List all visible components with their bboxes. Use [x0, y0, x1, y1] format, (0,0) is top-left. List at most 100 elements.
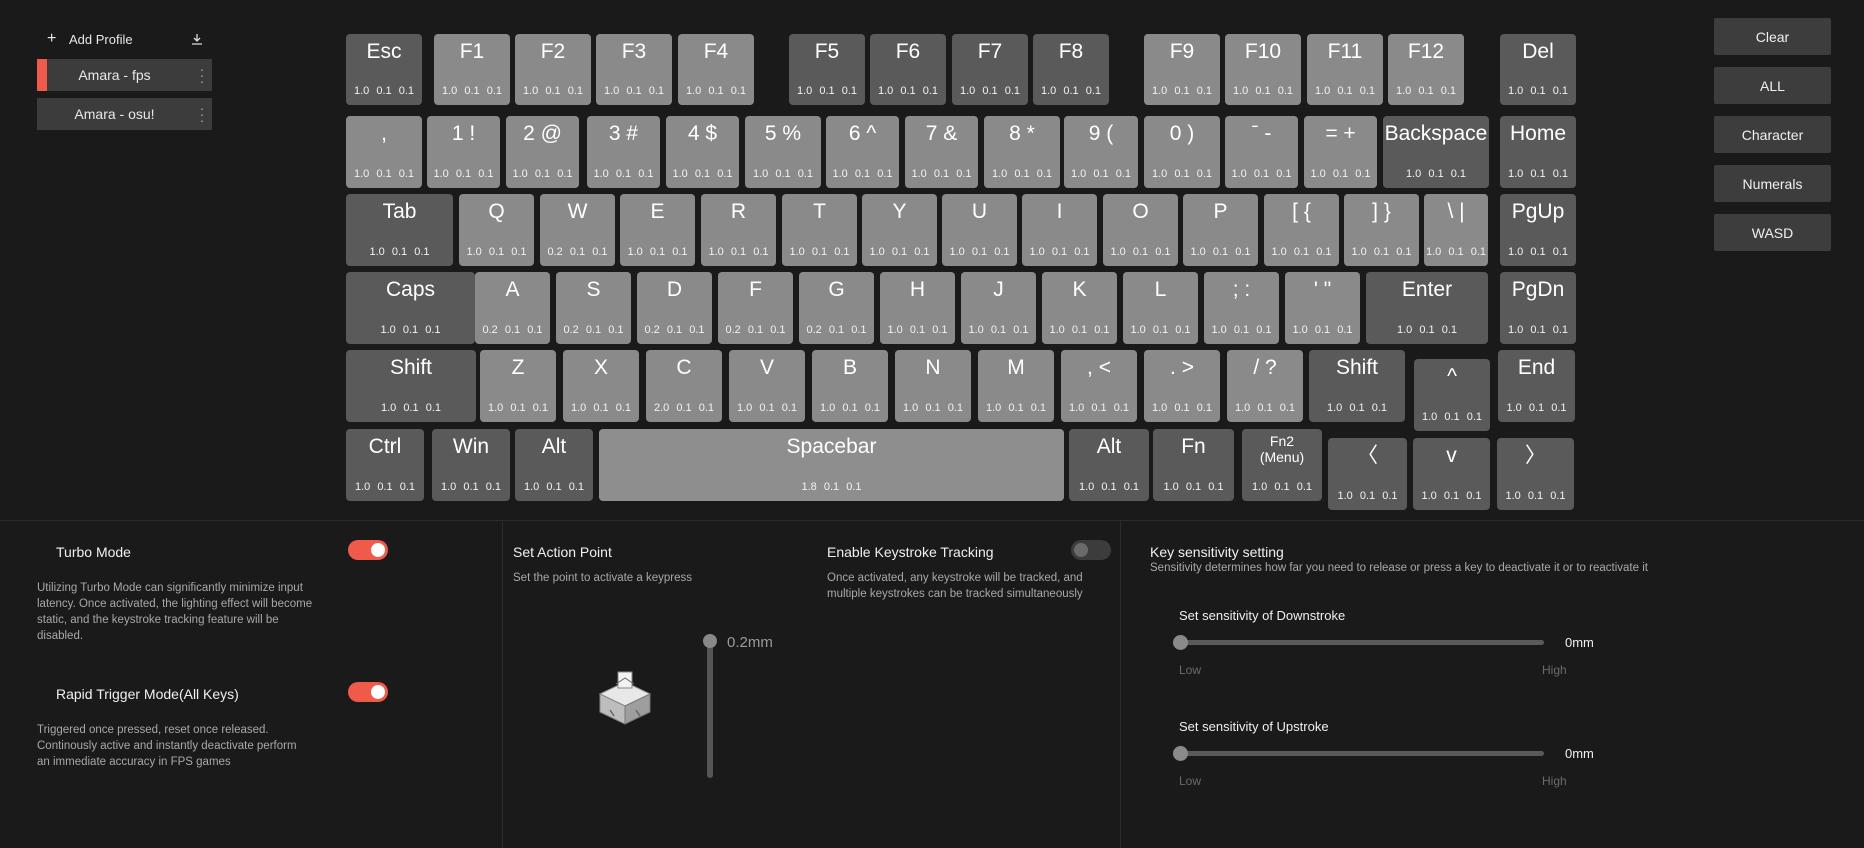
key-74[interactable]: Alt 1.0 0.1 0.1: [515, 429, 593, 501]
turbo-mode-toggle[interactable]: [348, 540, 388, 560]
key-72[interactable]: Ctrl 1.0 0.1 0.1: [346, 429, 424, 501]
key-11[interactable]: F11 1.0 0.1 0.1: [1307, 34, 1383, 105]
key-16[interactable]: 2 @ 1.0 0.1 0.1: [506, 116, 579, 188]
key-81[interactable]: 〉 1.0 0.1 0.1: [1497, 438, 1574, 510]
key-44[interactable]: Caps 1.0 0.1 0.1: [346, 272, 475, 344]
key-61[interactable]: C 2.0 0.1 0.1: [646, 350, 722, 422]
key-0[interactable]: Esc 1.0 0.1 0.1: [346, 34, 422, 105]
key-3[interactable]: F3 1.0 0.1 0.1: [596, 34, 672, 105]
key-64[interactable]: N 1.0 0.1 0.1: [895, 350, 971, 422]
clear-button[interactable]: Clear: [1714, 18, 1831, 55]
key-80[interactable]: v 1.0 0.1 0.1: [1413, 438, 1490, 510]
key-18[interactable]: 4 $ 1.0 0.1 0.1: [666, 116, 739, 188]
key-49[interactable]: G 0.2 0.1 0.1: [799, 272, 874, 344]
key-43[interactable]: PgUp 1.0 0.1 0.1: [1500, 194, 1576, 266]
key-77[interactable]: Fn 1.0 0.1 0.1: [1153, 429, 1234, 501]
key-9[interactable]: F9 1.0 0.1 0.1: [1144, 34, 1220, 105]
key-28[interactable]: Home 1.0 0.1 0.1: [1500, 116, 1576, 188]
downstroke-slider[interactable]: [1173, 635, 1544, 650]
upstroke-slider[interactable]: [1173, 746, 1544, 761]
key-76[interactable]: Alt 1.0 0.1 0.1: [1069, 429, 1149, 501]
key-4[interactable]: F4 1.0 0.1 0.1: [678, 34, 754, 105]
slider-thumb[interactable]: [1173, 635, 1188, 650]
slider-thumb[interactable]: [703, 634, 717, 648]
key-54[interactable]: ; : 1.0 0.1 0.1: [1204, 272, 1279, 344]
key-34[interactable]: T 1.0 0.1 0.1: [782, 194, 857, 266]
key-73[interactable]: Win 1.0 0.1 0.1: [432, 429, 510, 501]
key-71[interactable]: End 1.0 0.1 0.1: [1498, 350, 1575, 422]
key-47[interactable]: D 0.2 0.1 0.1: [637, 272, 712, 344]
key-12[interactable]: F12 1.0 0.1 0.1: [1388, 34, 1464, 105]
key-48[interactable]: F 0.2 0.1 0.1: [718, 272, 793, 344]
key-5[interactable]: F5 1.0 0.1 0.1: [789, 34, 865, 105]
key-67[interactable]: . > 1.0 0.1 0.1: [1144, 350, 1220, 422]
key-30[interactable]: Q 1.0 0.1 0.1: [459, 194, 534, 266]
key-70[interactable]: ^ 1.0 0.1 0.1: [1414, 359, 1490, 431]
select-all-button[interactable]: ALL: [1714, 67, 1831, 104]
key-66[interactable]: , < 1.0 0.1 0.1: [1061, 350, 1137, 422]
key-46[interactable]: S 0.2 0.1 0.1: [556, 272, 631, 344]
key-31[interactable]: W 0.2 0.1 0.1: [540, 194, 615, 266]
key-24[interactable]: 0 ) 1.0 0.1 0.1: [1144, 116, 1220, 188]
key-33[interactable]: R 1.0 0.1 0.1: [701, 194, 776, 266]
key-22[interactable]: 8 * 1.0 0.1 0.1: [984, 116, 1060, 188]
key-1[interactable]: F1 1.0 0.1 0.1: [434, 34, 510, 105]
key-values: 1.0 0.1 0.1: [1231, 168, 1292, 180]
key-14[interactable]: , 1.0 0.1 0.1: [346, 116, 422, 188]
key-6[interactable]: F6 1.0 0.1 0.1: [870, 34, 946, 105]
key-17[interactable]: 3 # 1.0 0.1 0.1: [587, 116, 660, 188]
rapid-trigger-toggle[interactable]: [348, 682, 388, 702]
key-19[interactable]: 5 % 1.0 0.1 0.1: [745, 116, 821, 188]
key-51[interactable]: J 1.0 0.1 0.1: [961, 272, 1036, 344]
key-42[interactable]: \ | 1.0 0.1 0.1: [1424, 194, 1488, 266]
key-8[interactable]: F8 1.0 0.1 0.1: [1033, 34, 1109, 105]
key-53[interactable]: L 1.0 0.1 0.1: [1123, 272, 1198, 344]
select-character-button[interactable]: Character: [1714, 116, 1831, 153]
key-20[interactable]: 6 ^ 1.0 0.1 0.1: [826, 116, 899, 188]
key-37[interactable]: I 1.0 0.1 0.1: [1022, 194, 1097, 266]
key-45[interactable]: A 0.2 0.1 0.1: [475, 272, 550, 344]
key-39[interactable]: P 1.0 0.1 0.1: [1183, 194, 1258, 266]
key-63[interactable]: B 1.0 0.1 0.1: [812, 350, 888, 422]
key-60[interactable]: X 1.0 0.1 0.1: [563, 350, 639, 422]
slider-thumb[interactable]: [1173, 746, 1188, 761]
key-values: 1.0 0.1 0.1: [903, 402, 963, 414]
key-52[interactable]: K 1.0 0.1 0.1: [1042, 272, 1117, 344]
key-69[interactable]: Shift 1.0 0.1 0.1: [1309, 350, 1405, 422]
key-2[interactable]: F2 1.0 0.1 0.1: [515, 34, 591, 105]
key-79[interactable]: 〈 1.0 0.1 0.1: [1328, 438, 1407, 510]
action-point-slider[interactable]: [703, 634, 717, 778]
key-75[interactable]: Spacebar 1.8 0.1 0.1: [599, 429, 1064, 501]
key-26[interactable]: = + 1.0 0.1 0.1: [1304, 116, 1377, 188]
key-32[interactable]: E 1.0 0.1 0.1: [620, 194, 695, 266]
key-21[interactable]: 7 & 1.0 0.1 0.1: [905, 116, 978, 188]
key-35[interactable]: Y 1.0 0.1 0.1: [862, 194, 937, 266]
key-62[interactable]: V 1.0 0.1 0.1: [729, 350, 805, 422]
key-56[interactable]: Enter 1.0 0.1 0.1: [1366, 272, 1488, 344]
key-13[interactable]: Del 1.0 0.1 0.1: [1500, 34, 1576, 105]
key-65[interactable]: M 1.0 0.1 0.1: [978, 350, 1054, 422]
key-57[interactable]: PgDn 1.0 0.1 0.1: [1500, 272, 1576, 344]
key-10[interactable]: F10 1.0 0.1 0.1: [1225, 34, 1301, 105]
key-label: PgDn: [1511, 278, 1565, 301]
key-15[interactable]: 1 ! 1.0 0.1 0.1: [427, 116, 500, 188]
key-50[interactable]: H 1.0 0.1 0.1: [880, 272, 955, 344]
key-values: 1.0 0.1 0.1: [1049, 324, 1110, 336]
key-25[interactable]: ˉ - 1.0 0.1 0.1: [1225, 116, 1298, 188]
key-55[interactable]: ' " 1.0 0.1 0.1: [1285, 272, 1360, 344]
select-wasd-button[interactable]: WASD: [1714, 214, 1831, 251]
key-58[interactable]: Shift 1.0 0.1 0.1: [346, 350, 476, 422]
key-23[interactable]: 9 (1.0 0.1 0.1: [1064, 116, 1138, 188]
key-40[interactable]: [ {1.0 0.1 0.1: [1264, 194, 1339, 266]
key-78[interactable]: Fn2 (Menu) 1.0 0.1 0.1: [1242, 429, 1322, 501]
key-59[interactable]: Z 1.0 0.1 0.1: [480, 350, 556, 422]
key-7[interactable]: F7 1.0 0.1 0.1: [952, 34, 1028, 105]
key-29[interactable]: Tab 1.0 0.1 0.1: [346, 194, 453, 266]
keystroke-tracking-toggle[interactable]: [1071, 540, 1111, 560]
key-36[interactable]: U 1.0 0.1 0.1: [942, 194, 1017, 266]
select-numerals-button[interactable]: Numerals: [1714, 165, 1831, 202]
key-41[interactable]: ] } 1.0 0.1 0.1: [1344, 194, 1419, 266]
key-38[interactable]: O 1.0 0.1 0.1: [1103, 194, 1178, 266]
key-68[interactable]: / ? 1.0 0.1 0.1: [1227, 350, 1303, 422]
key-27[interactable]: Backspace 1.0 0.1 0.1: [1383, 116, 1489, 188]
